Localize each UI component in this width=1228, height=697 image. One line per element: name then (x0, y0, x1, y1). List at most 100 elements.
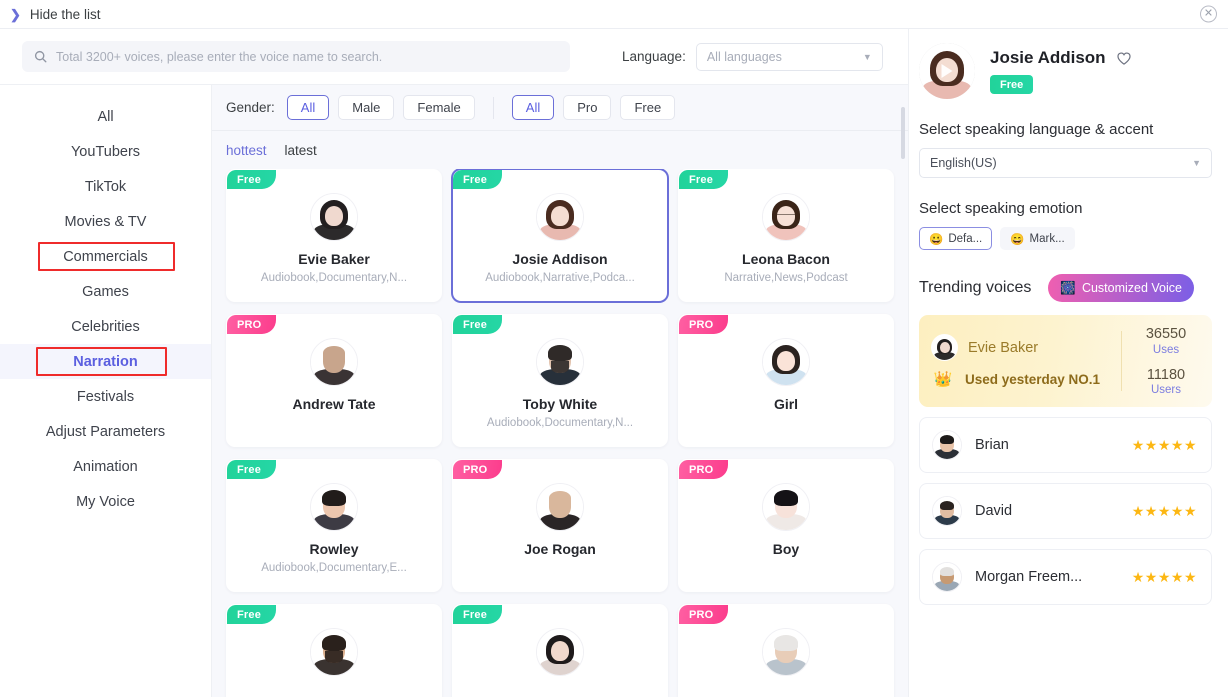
pro-badge: PRO (227, 315, 277, 334)
tier-filter-group: All Pro Free (511, 95, 684, 120)
sidebar-item-animation[interactable]: Animation (0, 449, 211, 484)
free-badge: Free (453, 605, 503, 624)
chevron-right-icon: ❯ (10, 6, 21, 22)
detail-name-block: Josie Addison Free (990, 48, 1132, 94)
emotion-label: Defa... (948, 232, 983, 245)
trending-top-subtitle: Used yesterday NO.1 (965, 371, 1101, 387)
trending-voice-row[interactable]: Morgan Freem... ★★★★★ (919, 549, 1212, 605)
trending-voice-name: David (975, 503, 1013, 519)
customized-voice-button[interactable]: 🎆 Customized Voice (1048, 274, 1194, 302)
free-badge: Free (227, 460, 277, 479)
search-input[interactable] (56, 49, 558, 64)
voice-card-name: Andrew Tate (292, 396, 376, 412)
sidebar-item-label: Narration (73, 353, 138, 370)
voice-card[interactable]: PRO Andrew Tate (226, 314, 442, 447)
voice-card[interactable]: PRO Girl (678, 314, 894, 447)
sidebar-item-celebrities[interactable]: Celebrities (0, 309, 211, 344)
voice-card[interactable]: PRO (678, 604, 894, 697)
sidebar-item-label: Animation (73, 458, 138, 475)
trending-top-avatar (931, 334, 958, 361)
voice-card[interactable]: Free Rowley Audiobook,Documentary,E... (226, 459, 442, 592)
voice-avatar (310, 483, 358, 531)
sidebar-item-narration[interactable]: Narration (0, 344, 211, 379)
hide-list-button[interactable]: ❯ Hide the list (0, 7, 100, 22)
trending-top-name: Evie Baker (968, 339, 1039, 356)
tier-filter-all[interactable]: All (511, 95, 555, 120)
free-badge: Free (453, 170, 503, 189)
sidebar-item-movies-tv[interactable]: Movies & TV (0, 204, 211, 239)
voice-card-name: Rowley (309, 541, 359, 557)
search-box[interactable] (22, 41, 570, 72)
voice-card-grid: Free Evie Baker Audiobook,Documentary,N...… (226, 169, 894, 697)
detail-avatar[interactable] (919, 43, 975, 99)
voice-card[interactable]: PRO Joe Rogan (452, 459, 668, 592)
free-badge: Free (227, 170, 277, 189)
trending-voice-name: Morgan Freem... (975, 569, 1083, 585)
trending-voice-row[interactable]: David ★★★★★ (919, 483, 1212, 539)
voice-card-scroll-area: Free Evie Baker Audiobook,Documentary,N...… (212, 169, 908, 697)
voice-card-name: Girl (773, 396, 799, 412)
trending-top-divider (1121, 331, 1122, 391)
voices-panel: Gender: All Male Female All Pro Free hottest… (212, 85, 908, 697)
trending-voice-name: Brian (975, 437, 1009, 453)
voices-scrollbar[interactable] (901, 85, 905, 697)
magic-wand-icon: 🎆 (1060, 280, 1076, 295)
trending-voice-avatar (932, 430, 962, 460)
voice-avatar (310, 628, 358, 676)
speaking-language-select[interactable]: English(US) ▼ (919, 148, 1212, 178)
uses-stat: 36550 Uses (1134, 326, 1198, 355)
voice-card[interactable]: PRO Boy (678, 459, 894, 592)
sidebar-item-youtubers[interactable]: YouTubers (0, 134, 211, 169)
voice-card-tags: Audiobook,Documentary,N... (260, 272, 408, 284)
trending-voice-list: Brian ★★★★★ David ★★★★★ Morgan Freem... ★★★★★ (919, 417, 1212, 605)
tier-filter-pro[interactable]: Pro (563, 95, 612, 120)
filter-divider (492, 96, 494, 119)
voice-card[interactable]: Free Josie Addison Audiobook,Narrative,Pod… (452, 169, 668, 302)
gender-filter-all[interactable]: All (286, 95, 330, 120)
sidebar-item-label: TikTok (84, 178, 127, 195)
sidebar-item-commercials[interactable]: Commercials (0, 239, 211, 274)
voice-card[interactable]: Free (452, 604, 668, 697)
voice-card-tags: Narrative,News,Podcast (724, 272, 848, 284)
sidebar-item-adjust-parameters[interactable]: Adjust Parameters (0, 414, 211, 449)
voice-card[interactable]: Free Evie Baker Audiobook,Documentary,N... (226, 169, 442, 302)
voice-card[interactable]: Free Toby White Audiobook,Documentary,N... (452, 314, 668, 447)
voice-avatar (762, 628, 810, 676)
sidebar-item-tiktok[interactable]: TikTok (0, 169, 211, 204)
gender-filter-male[interactable]: Male (338, 95, 395, 120)
sidebar-item-all[interactable]: All (0, 99, 211, 134)
sidebar-item-label: Movies & TV (64, 213, 147, 230)
sort-latest[interactable]: latest (285, 143, 317, 158)
sidebar-item-games[interactable]: Games (0, 274, 211, 309)
trending-top-card[interactable]: Evie Baker 👑 Used yesterday NO.1 36550 U… (919, 315, 1212, 407)
language-select[interactable]: All languages ▼ (695, 42, 883, 71)
search-icon (34, 50, 47, 63)
sidebar-item-festivals[interactable]: Festivals (0, 379, 211, 414)
sidebar-item-label: YouTubers (70, 143, 141, 160)
trending-voice-row[interactable]: Brian ★★★★★ (919, 417, 1212, 473)
voice-card[interactable]: Free Leona Bacon Narrative,News,Podcast (678, 169, 894, 302)
voice-card[interactable]: Free (226, 604, 442, 697)
emotion-chip[interactable]: 😄 Mark... (1000, 227, 1075, 250)
close-icon[interactable]: ✕ (1200, 5, 1217, 23)
pro-badge: PRO (453, 460, 503, 479)
speaking-language-value: English(US) (930, 156, 997, 170)
emotion-chip[interactable]: 😀 Defa... (919, 227, 993, 250)
gender-filter-female[interactable]: Female (403, 95, 475, 120)
sort-hottest[interactable]: hottest (226, 143, 267, 158)
tier-filter-free[interactable]: Free (620, 95, 676, 120)
language-value: All languages (706, 49, 782, 64)
scrollbar-thumb[interactable] (901, 107, 905, 159)
voice-card-name: Joe Rogan (524, 541, 596, 557)
top-bar: ❯ Hide the list ✕ (0, 0, 1228, 29)
crown-icon: 👑 (933, 371, 953, 388)
sidebar-item-my-voice[interactable]: My Voice (0, 484, 211, 519)
play-icon[interactable] (941, 64, 953, 78)
sidebar-item-label: My Voice (76, 493, 135, 510)
voice-avatar (762, 338, 810, 386)
language-filter: Language: All languages ▼ (622, 42, 883, 71)
trending-top-rank-row: 👑 Used yesterday NO.1 (931, 370, 1109, 388)
sidebar-item-label: Adjust Parameters (45, 423, 166, 440)
left-column: Language: All languages ▼ All YouTubers Ti… (0, 29, 908, 697)
heart-icon[interactable] (1116, 51, 1132, 66)
